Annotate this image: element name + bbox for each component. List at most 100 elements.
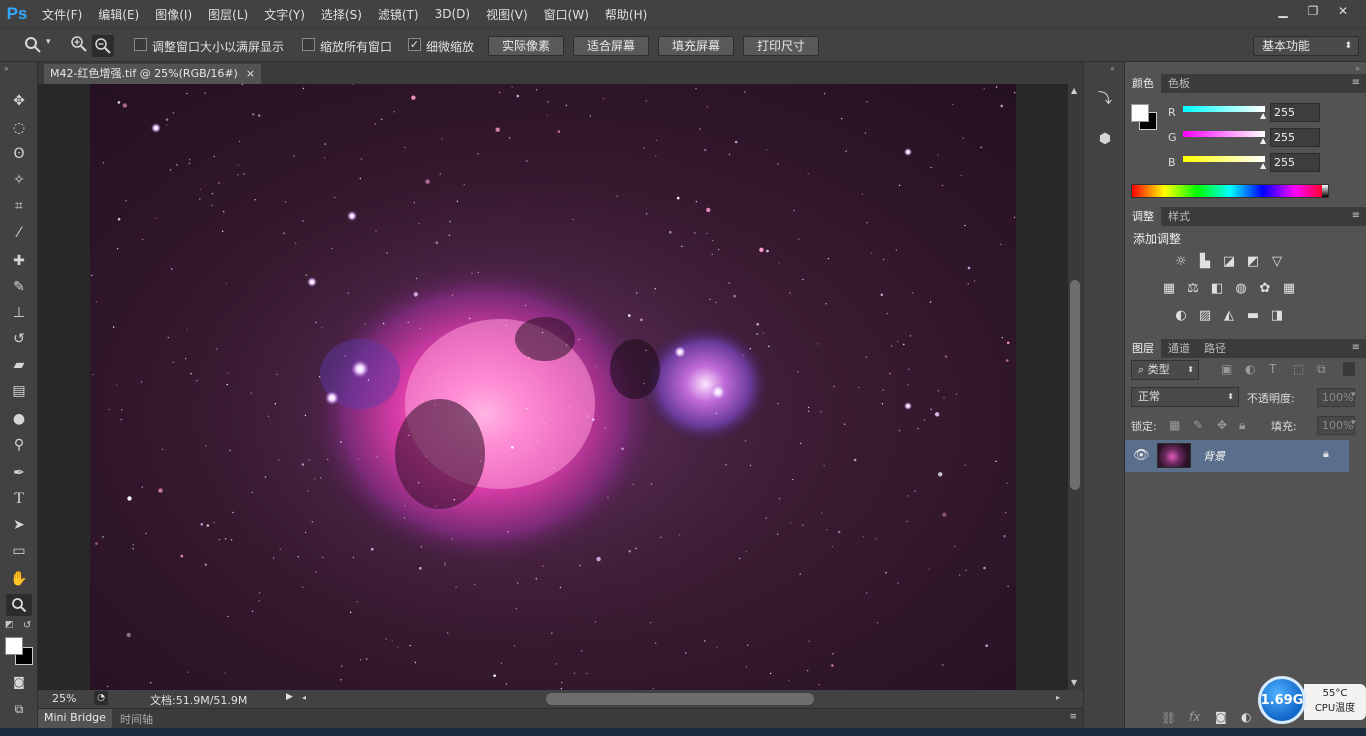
channel-r-value[interactable]: 255 bbox=[1270, 103, 1320, 122]
foreground-color-swatch[interactable] bbox=[5, 637, 23, 655]
channel-r-handle-icon[interactable]: ▲ bbox=[1260, 111, 1266, 120]
eyedropper-tool-icon[interactable]: ⁄ bbox=[6, 222, 32, 244]
fill-dropdown-icon[interactable]: ▾ bbox=[1351, 418, 1356, 428]
scroll-left-icon[interactable]: ◂ bbox=[302, 693, 306, 702]
crop-tool-icon[interactable]: ⌗ bbox=[6, 195, 32, 217]
tab-timeline[interactable]: 时间轴 bbox=[120, 711, 153, 727]
color-spectrum-ramp[interactable] bbox=[1131, 184, 1329, 198]
preset-dropdown-icon[interactable]: ▾ bbox=[46, 37, 51, 47]
menu-3d[interactable]: 3D(D) bbox=[427, 7, 478, 21]
spectrum-bw-strip[interactable] bbox=[1322, 185, 1328, 197]
eraser-tool-icon[interactable]: ▰ bbox=[6, 354, 32, 376]
swap-colors-icon[interactable]: ↺ bbox=[23, 620, 31, 631]
horizontal-scroll-thumb[interactable] bbox=[546, 693, 814, 705]
minimize-icon[interactable]: ▁ bbox=[1270, 2, 1296, 20]
vibrance-icon[interactable]: ▽ bbox=[1268, 253, 1286, 271]
expand-panels-icon[interactable]: « bbox=[1110, 64, 1115, 73]
screen-mode-icon[interactable]: ⧉ bbox=[6, 698, 32, 720]
path-selection-tool-icon[interactable]: ➤ bbox=[6, 514, 32, 536]
fill-input[interactable]: 100% bbox=[1317, 416, 1355, 435]
scroll-up-icon[interactable]: ▲ bbox=[1071, 86, 1077, 95]
opacity-input[interactable]: 100% bbox=[1317, 388, 1355, 407]
rectangle-tool-icon[interactable]: ▭ bbox=[6, 540, 32, 562]
opacity-dropdown-icon[interactable]: ▾ bbox=[1351, 390, 1356, 400]
tab-channels[interactable]: 通道 bbox=[1161, 339, 1197, 358]
history-brush-tool-icon[interactable]: ↺ bbox=[6, 328, 32, 350]
clone-stamp-tool-icon[interactable]: ⊥ bbox=[6, 302, 32, 324]
selective-color-icon[interactable]: ◨ bbox=[1268, 307, 1286, 325]
history-panel-icon[interactable]: ⤵ bbox=[1094, 88, 1116, 110]
document-tab[interactable]: M42-红色增强.tif @ 25%(RGB/16#) × bbox=[44, 64, 262, 84]
pen-tool-icon[interactable]: ✒ bbox=[6, 462, 32, 484]
lock-all-icon[interactable]: 🔒︎ bbox=[1239, 418, 1245, 433]
lock-transparent-pixels-icon[interactable]: ▦ bbox=[1169, 418, 1180, 432]
close-icon[interactable]: ✕ bbox=[1330, 2, 1356, 20]
tab-swatches[interactable]: 色板 bbox=[1161, 74, 1197, 93]
layer-name[interactable]: 背景 bbox=[1203, 448, 1225, 464]
actual-pixels-button[interactable]: 实际像素 bbox=[488, 36, 564, 56]
color-lookup-icon[interactable]: ▦ bbox=[1280, 280, 1298, 298]
hand-tool-icon[interactable]: ✋ bbox=[6, 568, 32, 590]
type-tool-icon[interactable]: T bbox=[6, 488, 32, 510]
menu-layer[interactable]: 图层(L) bbox=[200, 6, 256, 23]
threshold-icon[interactable]: ◭ bbox=[1220, 307, 1238, 325]
menu-window[interactable]: 窗口(W) bbox=[536, 6, 597, 23]
photo-filter-icon[interactable]: ◍ bbox=[1232, 280, 1250, 298]
zoom-in-icon[interactable] bbox=[68, 35, 90, 57]
tab-paths[interactable]: 路径 bbox=[1197, 339, 1233, 358]
zoom-tool-icon[interactable] bbox=[6, 594, 32, 616]
channel-b-slider[interactable] bbox=[1183, 156, 1265, 162]
hue-saturation-icon[interactable]: ▦ bbox=[1160, 280, 1178, 298]
menu-type[interactable]: 文字(Y) bbox=[256, 6, 313, 23]
zoom-out-icon[interactable] bbox=[92, 35, 114, 57]
zoom-all-windows-checkbox[interactable] bbox=[302, 38, 315, 51]
restore-icon[interactable]: ❐ bbox=[1300, 2, 1326, 20]
filter-type-icon[interactable]: T bbox=[1269, 362, 1276, 376]
lasso-tool-icon[interactable]: ʘ bbox=[6, 143, 32, 165]
close-document-icon[interactable]: × bbox=[246, 64, 255, 84]
color-balance-icon[interactable]: ⚖ bbox=[1184, 280, 1202, 298]
fit-screen-button[interactable]: 适合屏幕 bbox=[573, 36, 649, 56]
lock-image-pixels-icon[interactable]: ✎ bbox=[1193, 418, 1203, 432]
filter-smart-object-icon[interactable]: ⧉ bbox=[1317, 362, 1326, 377]
link-layers-icon[interactable]: ⛓︎ bbox=[1161, 711, 1176, 725]
magic-wand-tool-icon[interactable]: ✧ bbox=[6, 169, 32, 191]
add-mask-icon[interactable]: ◙ bbox=[1215, 710, 1227, 724]
channel-b-handle-icon[interactable]: ▲ bbox=[1260, 161, 1266, 170]
tab-color[interactable]: 颜色 bbox=[1125, 74, 1161, 93]
gradient-tool-icon[interactable]: ▤ bbox=[6, 380, 32, 402]
tab-mini-bridge[interactable]: Mini Bridge bbox=[38, 709, 112, 728]
exposure-icon[interactable]: ◩ bbox=[1244, 253, 1262, 271]
new-adjustment-layer-icon[interactable]: ◐ bbox=[1241, 710, 1251, 724]
layers-panel-menu-icon[interactable]: ≡ bbox=[1352, 342, 1360, 353]
layer-filter-kind-select[interactable]: ⌕ 类型 ⬍ bbox=[1131, 360, 1199, 380]
collapse-right-panels-icon[interactable]: » bbox=[1355, 64, 1360, 73]
layer-style-fx-icon[interactable]: fx bbox=[1189, 710, 1200, 724]
status-menu-arrow-icon[interactable]: ▶ bbox=[286, 692, 293, 702]
dodge-tool-icon[interactable]: ⚲ bbox=[6, 434, 32, 456]
lock-position-icon[interactable]: ✥ bbox=[1217, 418, 1227, 432]
healing-brush-tool-icon[interactable]: ✚ bbox=[6, 250, 32, 272]
adjustments-panel-menu-icon[interactable]: ≡ bbox=[1352, 210, 1360, 221]
menu-edit[interactable]: 编辑(E) bbox=[90, 6, 147, 23]
color-panel-menu-icon[interactable]: ≡ bbox=[1352, 77, 1360, 88]
black-white-icon[interactable]: ◧ bbox=[1208, 280, 1226, 298]
image-canvas[interactable] bbox=[90, 84, 1016, 690]
color-panel-fg-swatch[interactable] bbox=[1131, 104, 1149, 122]
layer-row-background[interactable]: 👁︎ 背景 🔒︎ bbox=[1125, 440, 1349, 472]
tab-layers[interactable]: 图层 bbox=[1125, 339, 1161, 358]
filter-adjustment-icon[interactable]: ◐ bbox=[1245, 362, 1255, 376]
menu-image[interactable]: 图像(I) bbox=[147, 6, 200, 23]
channel-g-handle-icon[interactable]: ▲ bbox=[1260, 136, 1266, 145]
channel-b-value[interactable]: 255 bbox=[1270, 153, 1320, 172]
channel-g-value[interactable]: 255 bbox=[1270, 128, 1320, 147]
fill-screen-button[interactable]: 填充屏幕 bbox=[658, 36, 734, 56]
print-size-button[interactable]: 打印尺寸 bbox=[743, 36, 819, 56]
zoom-level[interactable]: 25% bbox=[52, 692, 76, 705]
layer-visibility-eye-icon[interactable]: 👁︎ bbox=[1133, 448, 1150, 463]
filter-pixel-icon[interactable]: ▣ bbox=[1221, 362, 1232, 376]
vertical-scrollbar[interactable]: ▲ ▼ bbox=[1068, 84, 1083, 690]
quick-mask-icon[interactable]: ◙ bbox=[6, 671, 32, 693]
brightness-contrast-icon[interactable]: ☼ bbox=[1172, 253, 1190, 271]
blur-tool-icon[interactable]: ● bbox=[6, 408, 32, 430]
